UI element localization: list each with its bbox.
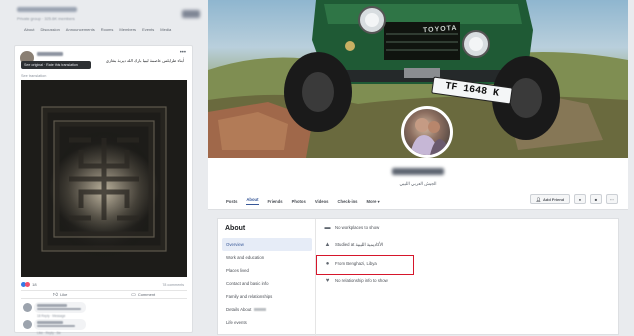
about-row-text[interactable]: Studied at الأكاديمية الليبية [335,242,383,248]
commenter-avatar[interactable] [23,303,32,312]
profile-subtitle: الجيش العربي الليبي [399,181,437,186]
about-menu-contact-info[interactable]: Contact and basic info [222,277,312,290]
tab-more[interactable]: More ▾ [367,199,380,204]
group-post-pane: Private group · 325.6K members About Dis… [0,0,202,335]
comment-meta[interactable]: Like · Reply · 6w [37,331,61,335]
about-menu-details-label: Details About [226,307,252,312]
profile-picture[interactable] [401,106,453,158]
profile-name [208,168,628,177]
comments-count[interactable]: 78 comments [162,283,184,287]
comment-bubble [34,302,86,313]
about-row-text: No relationship info to show [335,278,388,283]
profile-pane: TOYOTA TF 1648 K الجيش العربي الليبي Pos… [203,0,634,336]
tab-friends[interactable]: Friends [268,199,283,204]
post-actions: 👍︎ Like ▭ Comment [21,290,187,299]
about-menu-life-events[interactable]: Life events [222,316,312,329]
see-translation-link[interactable]: See translation [21,74,46,78]
secondary-action-button[interactable]: ■ [590,194,602,204]
about-row-text: No workplaces to show [335,225,380,230]
redacted-text [254,308,267,311]
about-menu-places-lived[interactable]: Places lived [222,264,312,277]
carved-pattern-image [21,80,187,277]
profile-nav: Posts About Friends Photos Videos Check-… [226,197,380,205]
more-dots-icon: ··· [610,196,614,202]
comment-item: Like · Reply · 6w [23,319,133,335]
group-post: ••• See original · Rate this translation… [14,45,193,335]
add-friend-button[interactable]: 👤︎ Add Friend [530,194,570,204]
group-tab-discussion[interactable]: Discussion [40,27,59,36]
about-menu-family[interactable]: Family and relationships [222,290,312,303]
post-options-icon[interactable]: ••• [180,50,186,56]
profile-actions: 👤︎ Add Friend ● ■ ··· [530,194,618,204]
tab-check-ins[interactable]: Check-ins [337,199,357,204]
about-row-work: ▬ No workplaces to show [324,224,380,231]
group-action-redacted[interactable] [182,10,200,18]
briefcase-icon: ▬ [324,224,331,231]
about-menu-overview[interactable]: Overview [222,238,312,251]
group-tab-members[interactable]: Members [119,27,136,36]
hometown-highlight-box [316,255,414,275]
group-header: Private group · 325.6K members [14,3,200,25]
tab-photos[interactable]: Photos [292,199,306,204]
about-title: About [225,225,246,232]
about-row-education: ▲ Studied at الأكاديمية الليبية [324,241,384,248]
messenger-icon: ● [578,196,582,202]
post-author-name-redacted[interactable] [37,52,63,56]
about-card: About Overview Work and education Places… [217,218,619,336]
comment-bubble [34,319,86,330]
tab-posts[interactable]: Posts [226,199,237,204]
group-meta: Private group · 325.6K members [17,16,75,21]
add-friend-label: Add Friend [542,196,565,202]
group-tabs: About Discussion Announcements Rooms Mem… [14,27,200,36]
about-row-relationship: ♥ No relationship info to show [324,277,388,284]
group-name-redacted [17,7,77,12]
about-sidebar: About Overview Work and education Places… [218,219,316,336]
thumbs-up-icon: 👍︎ [52,291,59,298]
group-tab-rooms[interactable]: Rooms [101,27,114,36]
about-menu-details[interactable]: Details About [222,303,312,316]
about-menu-work-education[interactable]: Work and education [222,251,312,264]
comment-label: Comment [137,292,156,297]
comment-button[interactable]: ▭ Comment [131,292,155,298]
group-tab-media[interactable]: Media [160,27,171,36]
add-friend-icon: 👤︎ [535,196,541,202]
commenter-avatar[interactable] [23,320,32,329]
comment-meta[interactable]: 18 Reply · Message [37,314,65,318]
translation-tooltip: See original · Rate this translation [21,61,91,69]
group-tab-about[interactable]: About [24,27,34,36]
graduation-cap-icon: ▲ [324,241,331,248]
like-label: Like [60,292,68,297]
more-button[interactable]: ··· [606,194,618,204]
heart-icon: ♥ [325,277,330,284]
reaction-summary[interactable]: 18 [21,282,37,288]
like-button[interactable]: 👍︎ Like [53,292,68,298]
profile-photo-image [410,118,448,155]
reaction-count: 18 [32,282,37,287]
tab-about[interactable]: About [246,197,259,205]
comment-item: 18 Reply · Message [23,302,133,318]
love-reaction-icon [25,282,30,288]
comment-icon: ▭ [131,291,136,298]
lock-icon: ■ [594,196,598,202]
group-tab-announcements[interactable]: Announcements [66,27,95,36]
tab-videos[interactable]: Videos [315,199,329,204]
post-photo[interactable] [21,80,187,277]
profile-name-redacted [392,168,444,175]
post-text: أبناء طرابلس عاصمة ليبيا بارك الله ديرنة… [105,58,184,63]
group-tab-events[interactable]: Events [142,27,154,36]
messenger-button[interactable]: ● [574,194,586,204]
profile-header: الجيش العربي الليبي Posts About Friends … [208,158,628,210]
about-menu: Overview Work and education Places lived… [222,238,312,329]
